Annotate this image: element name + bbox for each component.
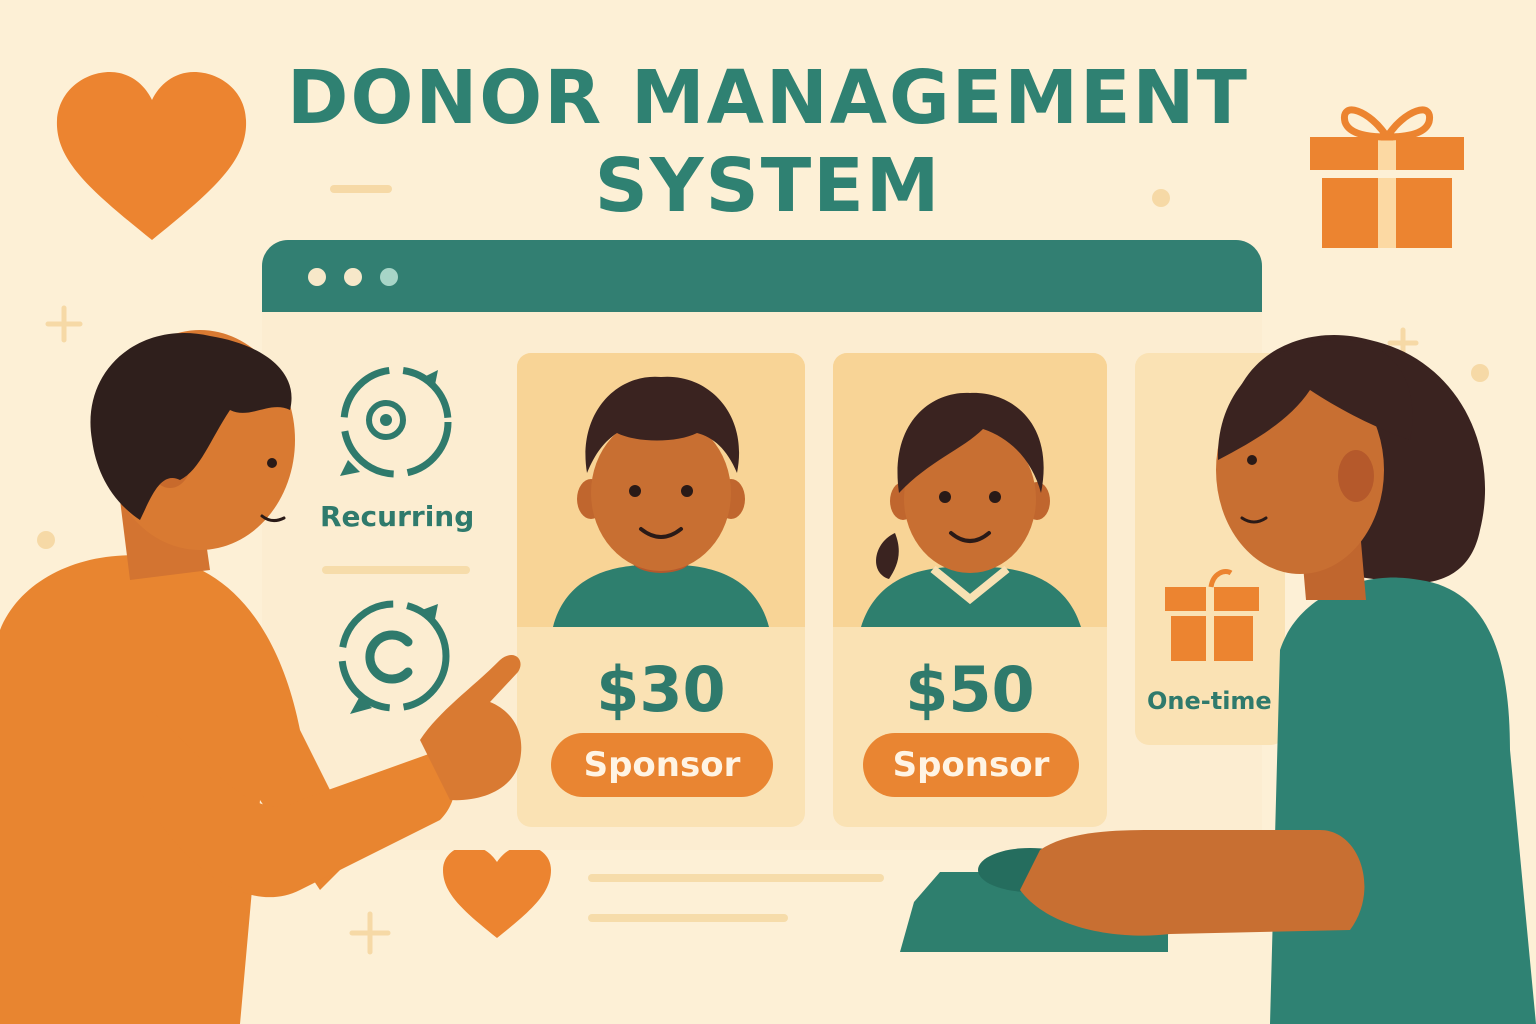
heart-icon xyxy=(56,72,247,240)
text-line xyxy=(588,874,884,882)
browser-title-bar xyxy=(262,240,1262,312)
text-line xyxy=(588,914,788,922)
woman-illustration xyxy=(900,334,1536,1024)
gift-icon xyxy=(1310,106,1464,248)
child-photo xyxy=(517,353,805,627)
man-illustration xyxy=(0,330,522,1024)
sponsor-card[interactable]: $30 Sponsor xyxy=(517,353,805,827)
window-dot[interactable] xyxy=(308,268,326,286)
window-dot[interactable] xyxy=(380,268,398,286)
window-dot[interactable] xyxy=(344,268,362,286)
sponsor-button[interactable]: Sponsor xyxy=(551,733,773,797)
card-price: $30 xyxy=(596,653,726,726)
